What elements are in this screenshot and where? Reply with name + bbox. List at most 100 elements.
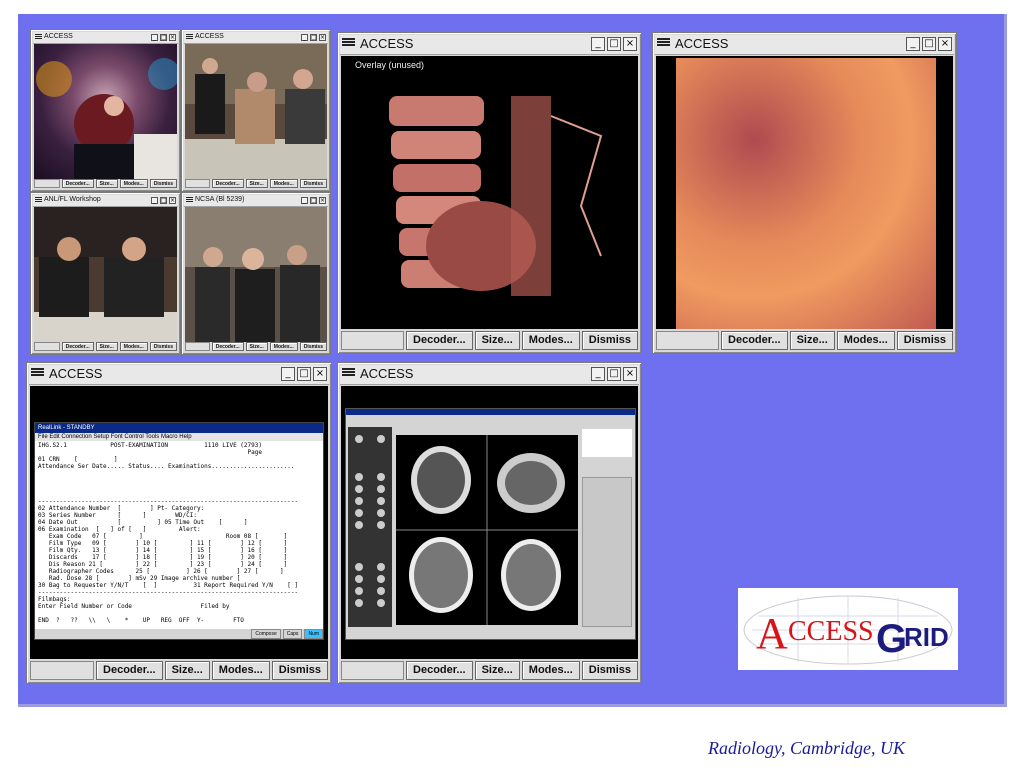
dismiss-button[interactable]: Dismiss bbox=[149, 342, 177, 351]
modes-button[interactable]: Modes... bbox=[836, 331, 895, 350]
terminal-screen[interactable]: IHG.S2.1 POST-EXAMINATION 1110 LIVE (279… bbox=[35, 441, 323, 625]
window-menu-icon[interactable] bbox=[342, 368, 355, 381]
minimize-icon[interactable]: _ bbox=[281, 367, 295, 381]
title-bar[interactable]: ACCESS _ □ × bbox=[33, 32, 178, 44]
window-menu-icon[interactable] bbox=[342, 38, 355, 51]
close-icon[interactable]: × bbox=[938, 37, 952, 51]
maximize-icon[interactable]: □ bbox=[310, 34, 317, 41]
svg-text:RID: RID bbox=[904, 622, 949, 652]
title-bar[interactable]: ACCESS _ □ × bbox=[340, 35, 639, 55]
minimize-icon[interactable]: _ bbox=[591, 37, 605, 51]
modes-button[interactable]: Modes... bbox=[119, 179, 148, 188]
dismiss-button[interactable]: Dismiss bbox=[299, 342, 327, 351]
decoder-button[interactable]: Decoder... bbox=[406, 331, 473, 350]
close-icon[interactable]: × bbox=[319, 197, 326, 204]
dismiss-button[interactable]: Dismiss bbox=[581, 331, 638, 350]
decoder-button[interactable]: Decoder... bbox=[211, 342, 244, 351]
minimize-icon[interactable]: _ bbox=[151, 197, 158, 204]
minimize-icon[interactable]: _ bbox=[591, 367, 605, 381]
minimize-icon[interactable]: _ bbox=[301, 34, 308, 41]
close-icon[interactable]: × bbox=[623, 37, 637, 51]
maximize-icon[interactable]: □ bbox=[297, 367, 311, 381]
histology-window[interactable]: ACCESS _ □ × Decoder... Size... Modes... D… bbox=[652, 32, 957, 354]
terminal-menu-bar[interactable]: File Edit Connection Setup Font Control … bbox=[35, 433, 323, 441]
title-bar[interactable]: ACCESS _ □ × bbox=[184, 32, 328, 44]
maximize-icon[interactable]: □ bbox=[607, 37, 621, 51]
window-menu-icon[interactable] bbox=[186, 197, 193, 205]
terminal-line: Rad. Dose 28 [ ] mSv 29 Image archive nu… bbox=[38, 575, 241, 582]
histology-view bbox=[656, 56, 953, 329]
title-bar[interactable]: NCSA (Bl 5239) _ □ × bbox=[184, 195, 328, 207]
window-menu-icon[interactable] bbox=[31, 368, 44, 381]
close-icon[interactable]: × bbox=[623, 367, 637, 381]
window-menu-icon[interactable] bbox=[35, 34, 42, 42]
maximize-icon[interactable]: □ bbox=[160, 34, 167, 41]
size-button[interactable]: Size... bbox=[245, 342, 268, 351]
modes-button[interactable]: Modes... bbox=[211, 661, 270, 680]
dismiss-button[interactable]: Dismiss bbox=[299, 179, 327, 188]
control-panel[interactable] bbox=[582, 477, 632, 627]
ct-application[interactable] bbox=[345, 408, 636, 640]
size-button[interactable]: Size... bbox=[245, 179, 268, 188]
decoder-button[interactable]: Decoder... bbox=[96, 661, 163, 680]
close-icon[interactable]: × bbox=[313, 367, 327, 381]
modes-button[interactable]: Modes... bbox=[521, 331, 580, 350]
decoder-button[interactable]: Decoder... bbox=[721, 331, 788, 350]
modes-button[interactable]: Modes... bbox=[119, 342, 148, 351]
window-menu-icon[interactable] bbox=[186, 34, 193, 42]
maximize-icon[interactable]: □ bbox=[922, 37, 936, 51]
dismiss-button[interactable]: Dismiss bbox=[581, 661, 638, 680]
video-window-3[interactable]: ANL/FL Workshop _ □ × Decoder... Size... M… bbox=[30, 192, 181, 355]
size-button[interactable]: Size... bbox=[789, 331, 835, 350]
title-bar[interactable]: ACCESS _ □ × bbox=[340, 365, 639, 385]
close-icon[interactable]: × bbox=[169, 34, 176, 41]
size-button[interactable]: Size... bbox=[95, 342, 118, 351]
modes-button[interactable]: Modes... bbox=[269, 179, 298, 188]
minimize-icon[interactable]: _ bbox=[906, 37, 920, 51]
minimize-icon[interactable]: _ bbox=[301, 197, 308, 204]
thumbnail-strip[interactable] bbox=[348, 427, 392, 627]
dismiss-button[interactable]: Dismiss bbox=[149, 179, 177, 188]
size-button[interactable]: Size... bbox=[474, 661, 520, 680]
close-icon[interactable]: × bbox=[169, 197, 176, 204]
size-button[interactable]: Size... bbox=[95, 179, 118, 188]
window-menu-icon[interactable] bbox=[35, 197, 42, 205]
terminal-line: Enter Field Number or Code Filed by bbox=[38, 603, 230, 610]
title-bar[interactable]: ANL/FL Workshop _ □ × bbox=[33, 195, 178, 207]
video-window-2[interactable]: ACCESS _ □ × Decoder... Size... Modes... D… bbox=[181, 29, 331, 192]
terminal-status-bar: Compose Caps Num bbox=[35, 629, 323, 639]
size-button[interactable]: Size... bbox=[474, 331, 520, 350]
ct-viewer-window[interactable]: ACCESS _ □ × Decoder... Size... Modes...… bbox=[337, 362, 642, 684]
reallink-terminal[interactable]: RealLink - STANDBY File Edit Connection … bbox=[34, 422, 324, 640]
ct-image-grid[interactable] bbox=[396, 435, 578, 625]
decoder-button[interactable]: Decoder... bbox=[61, 179, 94, 188]
company-logo bbox=[582, 429, 632, 457]
video-window-1[interactable]: ACCESS _ □ × Decoder... Size... Modes... D… bbox=[30, 29, 181, 192]
modes-button[interactable]: Modes... bbox=[269, 342, 298, 351]
video-window-4[interactable]: NCSA (Bl 5239) _ □ × Decoder... Size... Mo… bbox=[181, 192, 331, 355]
spine-render-window[interactable]: ACCESS _ □ × Overlay (unused) Decoder... S… bbox=[337, 32, 642, 354]
modes-button[interactable]: Modes... bbox=[521, 661, 580, 680]
decoder-button[interactable]: Decoder... bbox=[406, 661, 473, 680]
window-menu-icon[interactable] bbox=[657, 38, 670, 51]
maximize-icon[interactable]: □ bbox=[160, 197, 167, 204]
maximize-icon[interactable]: □ bbox=[310, 197, 317, 204]
decoder-button[interactable]: Decoder... bbox=[211, 179, 244, 188]
decoder-button[interactable]: Decoder... bbox=[61, 342, 94, 351]
video-feed-image bbox=[36, 58, 177, 179]
dismiss-button[interactable]: Dismiss bbox=[896, 331, 953, 350]
close-icon[interactable]: × bbox=[319, 34, 326, 41]
minimize-icon[interactable]: _ bbox=[151, 34, 158, 41]
svg-text:A: A bbox=[756, 609, 788, 658]
terminal-line: END ? ?? \\ \ * UP REG OFF Y- FTO bbox=[38, 617, 244, 624]
video-feed bbox=[34, 207, 177, 342]
size-button[interactable]: Size... bbox=[164, 661, 210, 680]
window-title: ACCESS bbox=[49, 366, 103, 381]
dismiss-button[interactable]: Dismiss bbox=[271, 661, 328, 680]
maximize-icon[interactable]: □ bbox=[607, 367, 621, 381]
title-bar[interactable]: ACCESS _ □ × bbox=[655, 35, 954, 55]
terminal-window[interactable]: ACCESS _ □ × RealLink - STANDBY File Edit … bbox=[26, 362, 332, 684]
title-bar[interactable]: ACCESS _ □ × bbox=[29, 365, 329, 385]
terminal-line: Film Type 09 [ ] 10 [ ] 11 [ ] 12 [ ] bbox=[38, 540, 288, 547]
